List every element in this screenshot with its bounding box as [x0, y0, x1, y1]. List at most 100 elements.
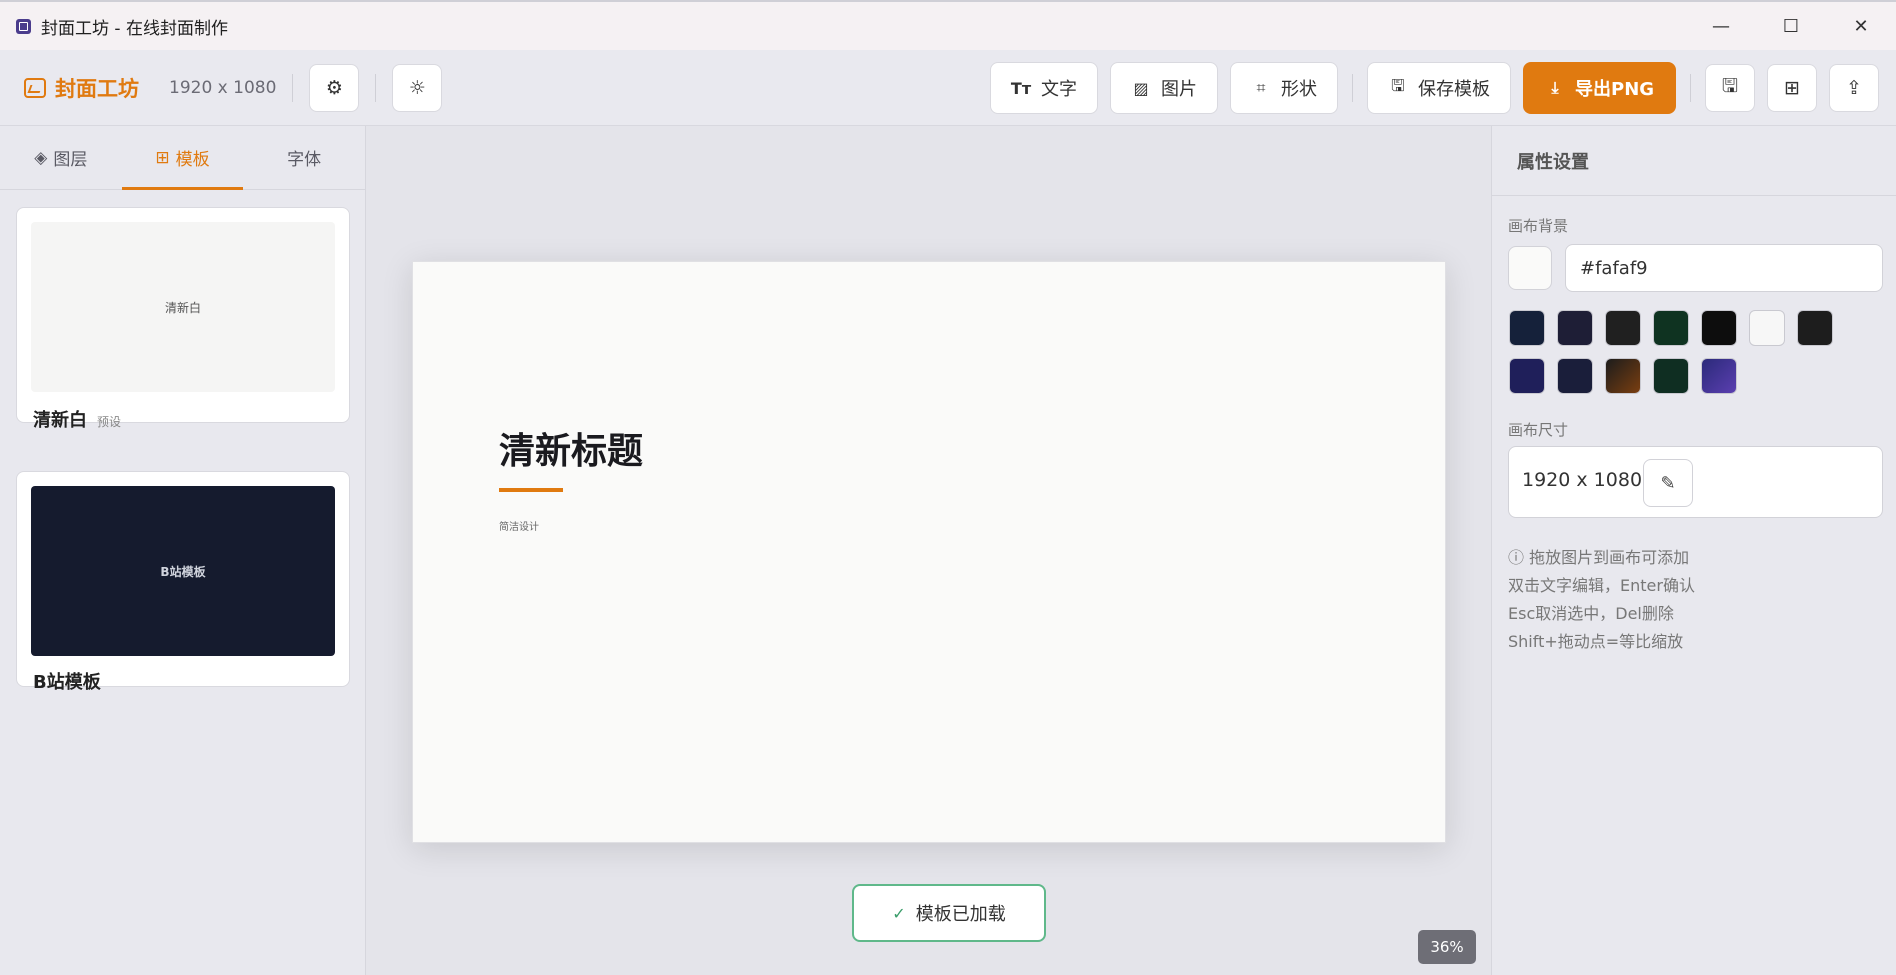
toolbar-divider: [292, 73, 294, 102]
export-png-button[interactable]: ⤓ 导出PNG: [1523, 62, 1677, 114]
canvas-accent-line[interactable]: [499, 488, 563, 492]
canvas-size-section-label: 画布尺寸: [1508, 421, 1569, 439]
file-upload-icon: ⇪: [1846, 77, 1862, 99]
template-tag: 预设: [97, 415, 122, 429]
image-logo-icon: [24, 77, 46, 98]
shape-icon: ⌗: [1256, 78, 1266, 97]
add-shape-button[interactable]: ⌗ 形状: [1230, 62, 1338, 114]
theme-toggle-button[interactable]: ☼: [392, 63, 443, 112]
color-swatch[interactable]: [1797, 310, 1833, 346]
color-swatch[interactable]: [1653, 358, 1689, 394]
tab-fonts[interactable]: 字体: [243, 126, 365, 189]
brand: 封面工坊: [24, 73, 139, 103]
add-image-button[interactable]: ▨ 图片: [1110, 62, 1218, 114]
color-swatch[interactable]: [1605, 310, 1641, 346]
tab-layers[interactable]: ◈ 图层: [0, 126, 122, 189]
tab-templates-label: 模板: [175, 150, 210, 170]
export-png-label: 导出PNG: [1575, 79, 1655, 100]
template-preview-text: 清新白: [164, 300, 201, 315]
color-swatch[interactable]: [1509, 358, 1545, 394]
download-icon: ⤓: [1551, 78, 1559, 97]
tip-text: 拖放图片到画布可添加: [1529, 548, 1690, 567]
sun-icon: ☼: [408, 76, 426, 99]
template-name-row: 清新白 预设: [33, 406, 121, 432]
window-controls: — ☐ ✕: [1686, 2, 1896, 50]
zoom-indicator: 36%: [1418, 930, 1476, 964]
save-button[interactable]: 🖫: [1705, 64, 1756, 112]
tip-line: ⓘ 拖放图片到画布可添加: [1508, 544, 1695, 572]
toolbar: 封面工坊 1920 x 1080 ⚙ ☼ Tт 文字 ▨ 图片 ⌗ 形状 🖫 保…: [0, 50, 1896, 126]
image-icon: ▨: [1133, 78, 1149, 98]
check-icon: ✓: [892, 903, 906, 923]
add-text-label: 文字: [1041, 79, 1077, 100]
color-swatch[interactable]: [1557, 358, 1593, 394]
canvas-workspace: 清新标题 简洁设计 ✓ 模板已加载 36%: [367, 126, 1491, 975]
layers-icon: ◈: [34, 147, 48, 168]
save-template-label: 保存模板: [1418, 79, 1490, 100]
template-preview-text: B站模板: [160, 564, 206, 579]
sidebar-tabs: ◈ 图层 ⊞ 模板 字体: [0, 126, 365, 190]
color-swatch[interactable]: [1557, 310, 1593, 346]
properties-header: 属性设置: [1492, 126, 1896, 196]
add-shape-label: 形状: [1281, 79, 1317, 100]
canvas-subtitle-text[interactable]: 简洁设计: [499, 518, 539, 533]
file-plus-icon: ⊞: [1784, 77, 1800, 99]
canvas-bg-label: 画布背景: [1508, 217, 1569, 235]
tip-line: 双击文字编辑，Enter确认: [1508, 576, 1695, 595]
window-titlebar: 封面工坊 - 在线封面制作 — ☐ ✕: [0, 0, 1896, 50]
new-file-button[interactable]: ⊞: [1767, 64, 1818, 112]
grid-icon: ⊞: [155, 147, 170, 168]
canvas-size-label: 1920 x 1080: [169, 77, 277, 98]
template-name: 清新白: [33, 410, 87, 431]
edit-size-button[interactable]: ✎: [1643, 459, 1693, 507]
brand-name: 封面工坊: [55, 76, 139, 101]
color-swatch[interactable]: [1701, 310, 1737, 346]
current-bg-swatch[interactable]: [1508, 246, 1552, 290]
design-canvas[interactable]: 清新标题 简洁设计: [412, 261, 1446, 843]
tab-templates[interactable]: ⊞ 模板: [121, 126, 244, 190]
canvas-size-box: 1920 x 1080 ✎: [1508, 446, 1883, 518]
template-card[interactable]: 清新白 清新白 预设: [16, 207, 350, 431]
canvas-size-value: 1920 x 1080: [1522, 469, 1643, 491]
tab-fonts-label: 字体: [287, 150, 322, 170]
info-icon: ⓘ: [1508, 548, 1530, 567]
color-swatch[interactable]: [1653, 310, 1689, 346]
toast-message: 模板已加载: [915, 904, 1006, 925]
settings-button[interactable]: ⚙: [309, 63, 360, 112]
tab-layers-label: 图层: [53, 150, 88, 170]
template-card[interactable]: B站模板 B站模板: [16, 471, 350, 693]
close-button[interactable]: ✕: [1826, 2, 1896, 50]
properties-panel: 属性设置 画布背景 #fafaf9 画布尺寸 1920 x 1080 ✎ ⓘ 拖…: [1491, 126, 1896, 975]
add-image-label: 图片: [1161, 79, 1197, 100]
toast-notification: ✓ 模板已加载: [852, 884, 1046, 942]
color-swatch[interactable]: [1701, 358, 1737, 394]
save-icon: 🖫: [1391, 75, 1405, 95]
template-preview: 清新白: [31, 222, 335, 392]
toolbar-divider: [375, 73, 377, 102]
color-swatch[interactable]: [1749, 310, 1785, 346]
gear-icon: ⚙: [325, 76, 343, 99]
save-template-button[interactable]: 🖫 保存模板: [1367, 62, 1511, 114]
add-text-button[interactable]: Tт 文字: [990, 62, 1098, 114]
color-swatch[interactable]: [1509, 310, 1545, 346]
bg-color-input[interactable]: #fafaf9: [1565, 244, 1883, 292]
tip-line: Esc取消选中，Del删除: [1508, 604, 1674, 623]
import-file-button[interactable]: ⇪: [1829, 64, 1880, 112]
minimize-button[interactable]: —: [1686, 2, 1756, 50]
left-sidebar: ◈ 图层 ⊞ 模板 字体 清新白 清新白 预设 B站模板 B站模板: [0, 126, 366, 975]
usage-tips: ⓘ 拖放图片到画布可添加 双击文字编辑，Enter确认 Esc取消选中，Del删…: [1508, 544, 1695, 656]
template-preview: B站模板: [31, 486, 335, 656]
pencil-icon: ✎: [1660, 472, 1676, 494]
app-icon: [16, 18, 31, 34]
tip-line: Shift+拖动点=等比缩放: [1508, 632, 1684, 651]
template-name: B站模板: [33, 672, 101, 693]
maximize-button[interactable]: ☐: [1756, 2, 1826, 50]
floppy-icon: 🖫: [1721, 75, 1739, 97]
toolbar-divider: [1352, 74, 1353, 102]
canvas-title-text[interactable]: 清新标题: [499, 422, 643, 474]
color-swatch[interactable]: [1605, 358, 1641, 394]
template-name-row: B站模板: [33, 668, 101, 694]
window-title: 封面工坊 - 在线封面制作: [41, 18, 228, 39]
toolbar-divider: [1690, 74, 1692, 102]
text-icon: Tт: [1010, 78, 1032, 98]
